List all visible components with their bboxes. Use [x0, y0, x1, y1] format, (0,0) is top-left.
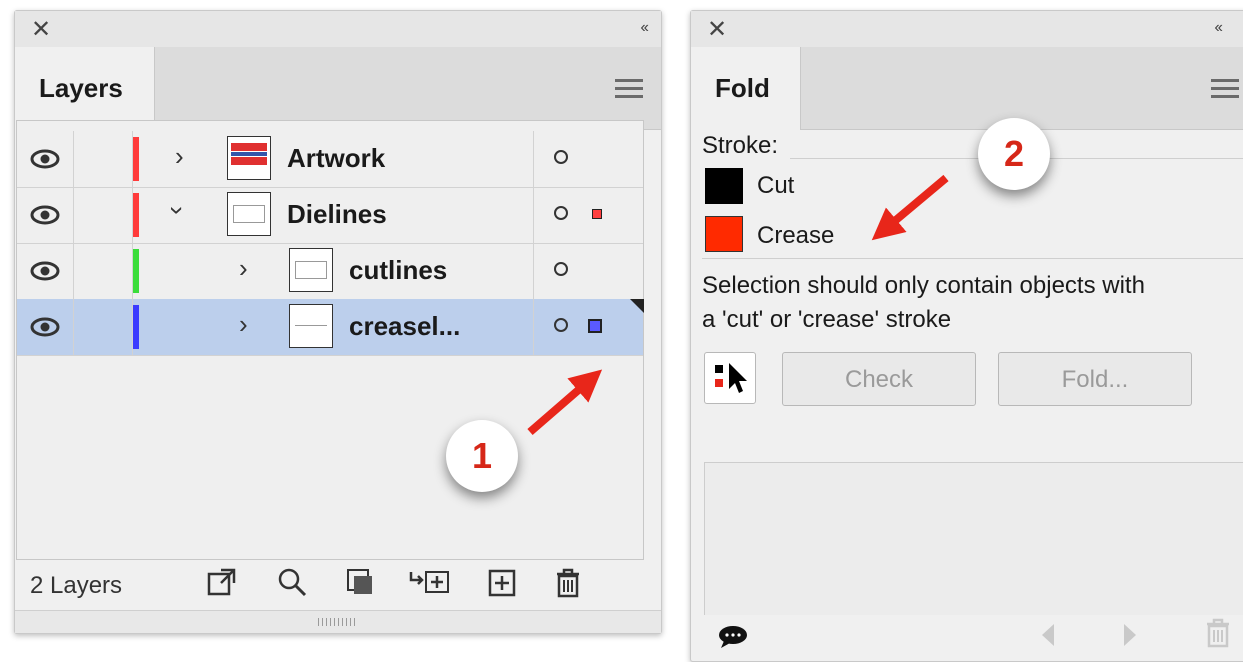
callout-2: 2	[978, 118, 1050, 190]
callout-1: 1	[446, 420, 518, 492]
annotation-arrows	[527, 174, 949, 436]
arrow-to-crease	[871, 174, 949, 241]
arrow-to-selection	[527, 369, 603, 436]
